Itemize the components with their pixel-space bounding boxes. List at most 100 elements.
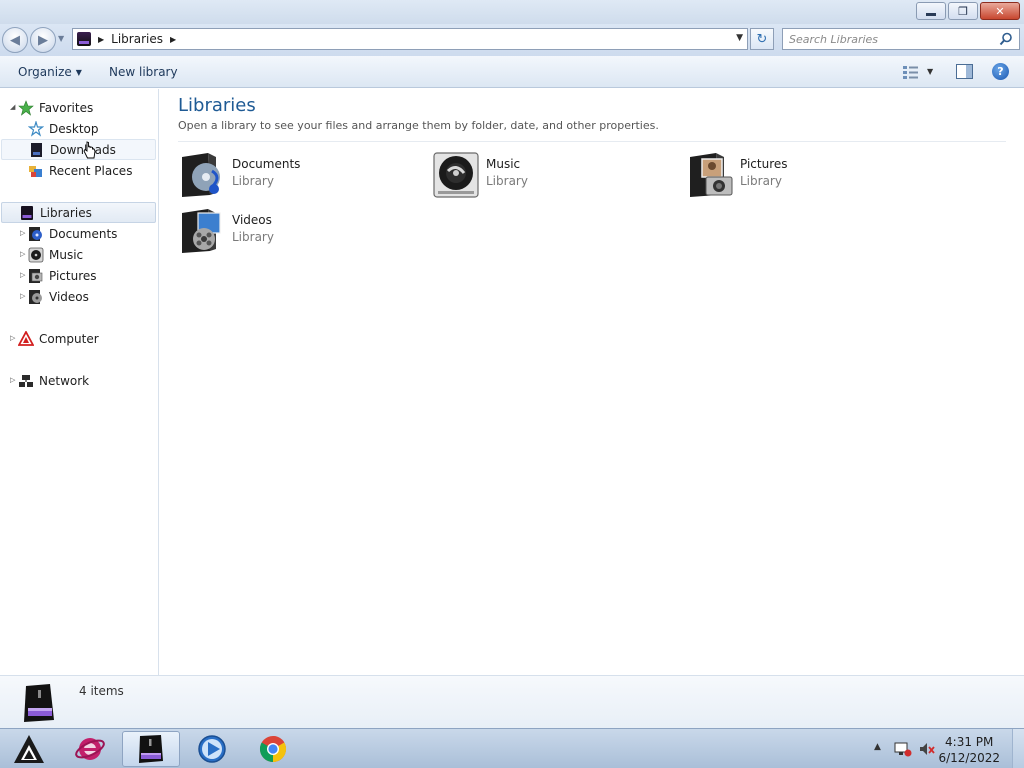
forward-arrow-icon: ▶ <box>38 32 48 48</box>
forward-button[interactable]: ▶ <box>30 27 56 53</box>
taskbar-internet-explorer[interactable] <box>61 731 119 767</box>
search-icon[interactable] <box>999 32 1013 46</box>
library-name: Videos <box>232 213 272 227</box>
nav-pictures[interactable]: Pictures <box>28 265 156 286</box>
system-tray: ▲ 4:31 PM 6/12/2022 <box>864 729 1024 768</box>
command-bar: Organize ▼ New library ▼ ? <box>0 56 1024 88</box>
new-library-label: New library <box>109 65 178 79</box>
pictures-expand-icon[interactable]: ▷ <box>20 271 25 279</box>
recent-pages-dropdown-icon[interactable]: ▼ <box>58 34 64 43</box>
item-count: 4 items <box>79 684 124 698</box>
pictures-library-icon <box>29 268 43 283</box>
library-name: Pictures <box>740 157 788 171</box>
nav-favorites-label: Favorites <box>39 100 94 115</box>
recent-places-icon <box>29 165 42 177</box>
taskbar-windows-explorer[interactable] <box>122 731 180 767</box>
media-player-icon <box>198 735 226 763</box>
page-subtitle: Open a library to see your files and arr… <box>178 119 659 132</box>
taskbar-chrome[interactable] <box>244 731 302 767</box>
search-input[interactable] <box>789 32 995 46</box>
network-status-icon[interactable] <box>894 741 912 757</box>
pictures-library-icon <box>690 153 733 197</box>
nav-downloads[interactable]: Downloads <box>1 139 156 160</box>
address-dropdown-icon[interactable]: ▼ <box>736 33 743 43</box>
nav-music-label: Music <box>49 247 84 262</box>
network-expand-icon[interactable]: ▷ <box>10 376 15 384</box>
library-name: Music <box>486 157 521 171</box>
nav-desktop[interactable]: Desktop <box>28 118 156 139</box>
maximize-button[interactable]: ❐ <box>948 2 978 20</box>
volume-muted-icon[interactable] <box>918 741 936 757</box>
close-icon: ✕ <box>995 4 1005 18</box>
internet-explorer-icon <box>75 738 105 760</box>
library-tile-music[interactable]: Music Library <box>432 151 672 201</box>
help-icon[interactable]: ? <box>992 63 1009 80</box>
videos-expand-icon[interactable]: ▷ <box>20 292 25 300</box>
windows-explorer-icon <box>139 735 163 763</box>
clock-time: 4:31 PM <box>945 735 994 749</box>
restore-icon: ❐ <box>958 4 968 18</box>
view-options-dropdown-icon[interactable]: ▼ <box>927 67 933 76</box>
nav-libraries-label: Libraries <box>40 205 92 220</box>
nav-videos[interactable]: Videos <box>28 286 156 307</box>
chevron-down-icon: ▼ <box>75 68 82 77</box>
search-box[interactable] <box>782 28 1020 50</box>
favorites-collapse-icon[interactable]: ◢ <box>10 103 15 111</box>
page-title: Libraries <box>178 95 256 116</box>
library-tile-documents[interactable]: Documents Library <box>178 151 418 201</box>
show-desktop-button[interactable] <box>1012 729 1024 768</box>
breadcrumb-libraries[interactable]: Libraries <box>111 32 163 46</box>
nav-recent-places-label: Recent Places <box>49 163 133 178</box>
back-button[interactable]: ◀ <box>2 27 28 53</box>
address-bar[interactable]: ▶ Libraries ▶ ▼ <box>72 28 748 50</box>
minimize-icon <box>926 12 936 16</box>
breadcrumb-separator-icon[interactable]: ▶ <box>98 35 104 44</box>
refresh-icon: ↻ <box>756 31 768 47</box>
nav-music[interactable]: Music <box>28 244 156 265</box>
nav-computer[interactable]: Computer <box>18 328 156 349</box>
music-library-icon <box>433 152 479 198</box>
music-expand-icon[interactable]: ▷ <box>20 250 25 258</box>
library-tile-pictures[interactable]: Pictures Library <box>686 151 926 201</box>
nav-recent-places[interactable]: Recent Places <box>28 160 156 181</box>
nav-pictures-label: Pictures <box>49 268 97 283</box>
close-button[interactable]: ✕ <box>980 2 1020 20</box>
library-type: Library <box>232 230 274 244</box>
preview-pane-icon[interactable] <box>956 64 973 79</box>
start-button[interactable] <box>0 731 58 767</box>
navigation-bar: ◀ ▶ ▼ ▶ Libraries ▶ ▼ ↻ <box>0 24 1024 56</box>
computer-expand-icon[interactable]: ▷ <box>10 334 15 342</box>
nav-libraries[interactable]: Libraries <box>1 202 156 223</box>
taskbar-media-player[interactable] <box>183 731 241 767</box>
libraries-icon <box>77 32 91 46</box>
videos-library-icon <box>182 209 221 253</box>
system-clock[interactable]: 4:31 PM 6/12/2022 <box>938 734 1000 766</box>
breadcrumb-separator-icon[interactable]: ▶ <box>170 35 176 44</box>
back-arrow-icon: ◀ <box>10 32 20 48</box>
title-bar: ❐ ✕ <box>0 0 1024 24</box>
library-type: Library <box>232 174 274 188</box>
nav-favorites[interactable]: Favorites <box>18 97 156 118</box>
hand-cursor-icon <box>83 141 96 159</box>
library-type: Library <box>486 174 528 188</box>
desktop-icon <box>28 120 44 137</box>
videos-library-icon <box>29 289 42 304</box>
nav-documents-label: Documents <box>49 226 118 241</box>
nav-documents[interactable]: Documents <box>28 223 156 244</box>
minimize-button[interactable] <box>916 2 946 20</box>
change-view-icon[interactable] <box>902 65 920 79</box>
nav-network[interactable]: Network <box>18 370 156 391</box>
organize-label: Organize <box>18 65 72 79</box>
refresh-button[interactable]: ↻ <box>750 28 774 50</box>
new-library-button[interactable]: New library <box>109 65 178 79</box>
documents-library-icon <box>29 226 42 241</box>
library-tile-videos[interactable]: Videos Library <box>178 207 418 257</box>
network-icon <box>19 374 33 387</box>
documents-expand-icon[interactable]: ▷ <box>20 229 25 237</box>
header-divider <box>178 141 1006 142</box>
organize-button[interactable]: Organize ▼ <box>18 65 82 79</box>
clock-date: 6/12/2022 <box>938 751 1000 765</box>
show-hidden-icons-icon[interactable]: ▲ <box>874 742 881 752</box>
nav-desktop-label: Desktop <box>49 121 99 136</box>
library-name: Documents <box>232 157 301 171</box>
